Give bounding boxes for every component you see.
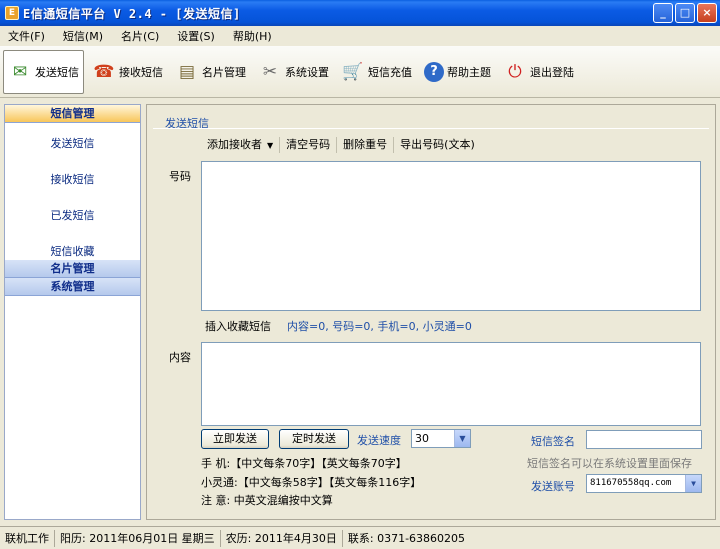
power-icon: ⏻ <box>508 61 522 82</box>
toolbar-label: 名片管理 <box>202 65 246 79</box>
close-button[interactable]: × <box>697 3 717 23</box>
toolbar: ✉ 发送短信 ☎ 接收短信 ▤ 名片管理 ✂ 系统设置 🛒 短信充值 ? 帮助主… <box>0 46 720 98</box>
menu-sms[interactable]: 短信(M) <box>63 28 103 44</box>
maximize-button[interactable]: □ <box>675 3 695 23</box>
sidebar: 短信管理 发送短信 接收短信 已发短信 短信收藏 名片管理 系统管理 <box>4 104 141 520</box>
count-summary: 内容=0, 号码=0, 手机=0, 小灵通=0 <box>287 320 472 333</box>
menu-card[interactable]: 名片(C) <box>121 28 159 44</box>
send-now-button[interactable]: 立即发送 <box>201 429 269 449</box>
status-solar-date: 阳历: 2011年06月01日 星期三 <box>55 529 221 547</box>
sidebar-item-send-sms[interactable]: 发送短信 <box>5 126 140 162</box>
info-phs: 小灵通:【中文每条58字】【英文每条116字】 <box>201 476 422 489</box>
menu-settings[interactable]: 设置(S) <box>177 28 215 44</box>
send-sms-icon: ✉ <box>12 61 28 82</box>
content-label: 内容 <box>169 351 191 364</box>
account-label: 发送账号 <box>531 480 575 493</box>
send-speed-value: 30 <box>415 432 429 445</box>
chevron-down-icon[interactable]: ▼ <box>454 430 470 447</box>
menu-file[interactable]: 文件(F) <box>8 28 45 44</box>
help-icon: ? <box>424 61 444 82</box>
toolbar-settings-button[interactable]: ✂ 系统设置 <box>254 50 333 94</box>
export-numbers-button[interactable]: 导出号码(文本) <box>394 137 481 153</box>
toolbar-help-button[interactable]: ? 帮助主题 <box>420 50 495 94</box>
number-label: 号码 <box>169 170 191 183</box>
send-speed-label: 发送速度 <box>357 434 401 447</box>
send-sms-panel: 发送短信 添加接收者 ▼ 清空号码 删除重号 导出号码(文本) 号码 插入收藏短信… <box>146 104 716 520</box>
menu-bar: 文件(F) 短信(M) 名片(C) 设置(S) 帮助(H) <box>0 26 720 46</box>
status-contact: 联系: 0371-63860205 <box>347 531 466 545</box>
chevron-down-icon[interactable]: ▼ <box>685 475 701 492</box>
tools-icon: ✂ <box>262 61 278 82</box>
remove-duplicates-button[interactable]: 删除重号 <box>337 137 395 153</box>
status-bar: 联机工作 阳历: 2011年06月01日 星期三 农历: 2011年4月30日 … <box>0 526 720 549</box>
card-icon: ▤ <box>178 61 196 82</box>
sidebar-header-sms[interactable]: 短信管理 <box>5 105 140 123</box>
send-timed-button[interactable]: 定时发送 <box>279 429 349 449</box>
group-divider <box>153 128 709 129</box>
window-title: E信通短信平台 V 2.4 - [发送短信] <box>23 6 241 21</box>
receive-sms-icon: ☎ <box>93 61 115 82</box>
clear-numbers-button[interactable]: 清空号码 <box>280 137 338 153</box>
number-toolbar: 添加接收者 ▼ 清空号码 删除重号 导出号码(文本) <box>201 135 481 155</box>
toolbar-label: 发送短信 <box>35 65 79 79</box>
send-speed-select[interactable]: 30 ▼ <box>411 429 471 448</box>
toolbar-label: 帮助主题 <box>447 65 491 79</box>
toolbar-recharge-button[interactable]: 🛒 短信充值 <box>337 50 416 94</box>
number-textarea[interactable] <box>201 161 701 311</box>
toolbar-receive-sms-button[interactable]: ☎ 接收短信 <box>88 50 167 94</box>
signature-input[interactable] <box>586 430 702 449</box>
sidebar-header-cards[interactable]: 名片管理 <box>5 260 140 278</box>
sidebar-item-receive-sms[interactable]: 接收短信 <box>5 162 140 198</box>
content-textarea[interactable] <box>201 342 701 426</box>
signature-label: 短信签名 <box>531 435 575 448</box>
toolbar-label: 接收短信 <box>119 65 163 79</box>
toolbar-card-manage-button[interactable]: ▤ 名片管理 <box>171 50 250 94</box>
toolbar-logout-button[interactable]: ⏻ 退出登陆 <box>499 50 578 94</box>
add-recipient-button[interactable]: 添加接收者 ▼ <box>201 137 281 153</box>
signature-hint: 短信签名可以在系统设置里面保存 <box>527 457 692 470</box>
status-lunar-date: 农历: 2011年4月30日 <box>221 529 343 547</box>
account-value: 811670558qq.com <box>590 478 672 488</box>
info-mobile: 手 机:【中文每条70字】【英文每条70字】 <box>201 457 407 470</box>
account-select[interactable]: 811670558qq.com ▼ <box>586 474 702 493</box>
add-recipient-label: 添加接收者 <box>207 138 262 151</box>
toolbar-label: 短信充值 <box>368 65 412 79</box>
app-icon: E <box>5 6 19 20</box>
minimize-button[interactable]: _ <box>653 3 673 23</box>
sidebar-item-sent-sms[interactable]: 已发短信 <box>5 198 140 234</box>
toolbar-label: 系统设置 <box>285 65 329 79</box>
toolbar-send-sms-button[interactable]: ✉ 发送短信 <box>3 49 84 94</box>
caret-down-icon: ▼ <box>267 141 274 150</box>
title-bar: E E信通短信平台 V 2.4 - [发送短信] _ □ × <box>0 0 720 26</box>
toolbar-label: 退出登陆 <box>530 65 574 79</box>
info-note: 注 意: 中英文混编按中文算 <box>201 494 333 507</box>
status-mode: 联机工作 <box>0 529 55 547</box>
sidebar-header-system[interactable]: 系统管理 <box>5 278 140 296</box>
insert-favorite-link[interactable]: 插入收藏短信 <box>205 318 271 334</box>
cart-icon: 🛒 <box>342 61 364 82</box>
menu-help[interactable]: 帮助(H) <box>233 28 272 44</box>
